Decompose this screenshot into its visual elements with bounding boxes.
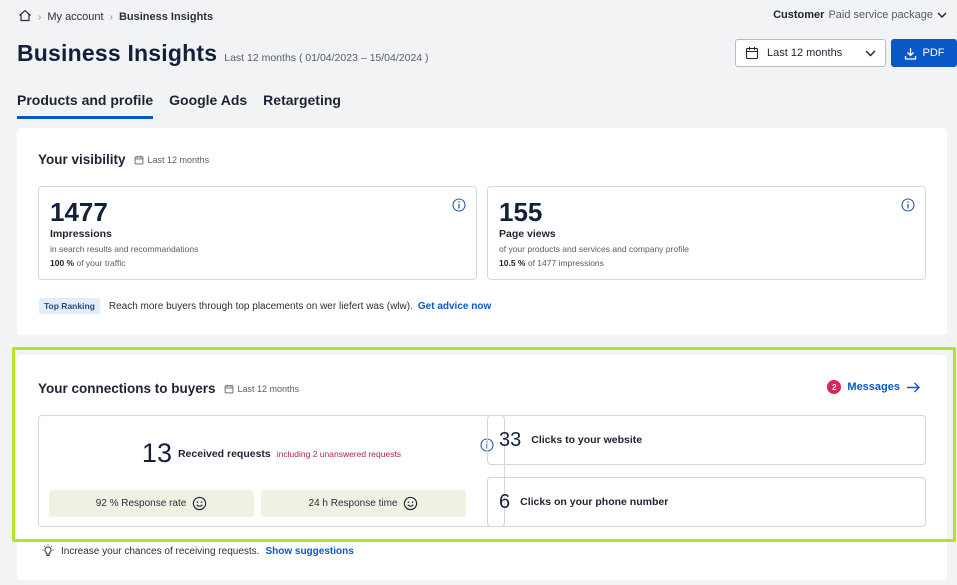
chevron-down-icon — [937, 12, 947, 18]
page-views-desc: of your products and services and compan… — [499, 244, 689, 254]
download-icon — [904, 47, 916, 60]
breadcrumb-separator: › — [109, 11, 113, 23]
tab-google-ads[interactable]: Google Ads — [169, 92, 247, 119]
pdf-label: PDF — [922, 47, 945, 59]
impressions-label: Impressions — [50, 228, 112, 240]
highlight-frame — [12, 347, 956, 542]
account-menu[interactable]: Customer Paid service package — [773, 9, 947, 21]
tab-retargeting[interactable]: Retargeting — [263, 92, 341, 119]
pdf-download-button[interactable]: PDF — [891, 39, 957, 67]
top-bar: › My account › Business Insights Custome… — [0, 0, 957, 32]
breadcrumb-my-account[interactable]: My account — [47, 11, 103, 23]
visibility-title: Your visibility — [38, 152, 126, 167]
impressions-share-text: of your traffic — [76, 258, 126, 268]
visibility-period: Last 12 months — [134, 154, 210, 165]
page-views-value: 155 — [499, 197, 543, 227]
info-icon[interactable] — [901, 198, 915, 212]
impressions-share: 100 % of your traffic — [50, 258, 125, 268]
lightbulb-icon — [42, 544, 54, 556]
info-icon[interactable] — [452, 198, 466, 212]
calendar-icon — [745, 47, 759, 60]
page-header: Business Insights Last 12 months ( 01/04… — [17, 40, 429, 67]
calendar-icon — [134, 155, 143, 164]
date-range-label: Last 12 months ( 01/04/2023 – 15/04/2024… — [224, 52, 429, 64]
period-select-value: Last 12 months — [767, 47, 843, 59]
tab-bar: Products and profile Google Ads Retarget… — [17, 92, 341, 119]
account-role: Customer — [773, 9, 825, 21]
page-views-share-value: 10.5 % — [499, 258, 526, 268]
impressions-desc: in search results and recommandations — [50, 244, 199, 254]
suggestion-text: Increase your chances of receiving reque… — [61, 545, 260, 557]
chevron-down-icon — [865, 50, 876, 56]
top-ranking-text: Reach more buyers through top placements… — [108, 300, 413, 312]
page-views-stat: 155 Page views of your products and serv… — [487, 186, 926, 280]
impressions-share-value: 100 % — [50, 258, 75, 268]
page-views-share: 10.5 % of 1477 impressions — [499, 258, 604, 268]
visibility-heading: Your visibility Last 12 months — [38, 152, 209, 167]
impressions-stat: 1477 Impressions in search results and r… — [38, 186, 477, 280]
period-select[interactable]: Last 12 months — [735, 39, 886, 67]
impressions-value: 1477 — [50, 197, 108, 227]
show-suggestions-link[interactable]: Show suggestions — [265, 546, 353, 557]
account-package: Paid service package — [828, 9, 933, 21]
page-views-share-text: of 1477 impressions — [527, 258, 604, 268]
breadcrumb-current: Business Insights — [118, 11, 214, 23]
suggestion-row: Increase your chances of receiving reque… — [41, 544, 354, 558]
visibility-card: Your visibility Last 12 months 1477 Impr… — [17, 128, 947, 335]
top-ranking-badge: Top Ranking — [39, 298, 100, 314]
visibility-period-label: Last 12 months — [147, 154, 210, 165]
breadcrumb-separator: › — [38, 11, 42, 23]
breadcrumb: › My account › Business Insights — [18, 9, 213, 25]
page-views-label: Page views — [499, 228, 556, 240]
home-icon[interactable] — [18, 9, 32, 25]
get-advice-link[interactable]: Get advice now — [418, 301, 491, 312]
page-title: Business Insights — [17, 40, 218, 66]
tab-products-and-profile[interactable]: Products and profile — [17, 92, 154, 119]
top-ranking-promo: Top Ranking Reach more buyers through to… — [39, 298, 491, 314]
